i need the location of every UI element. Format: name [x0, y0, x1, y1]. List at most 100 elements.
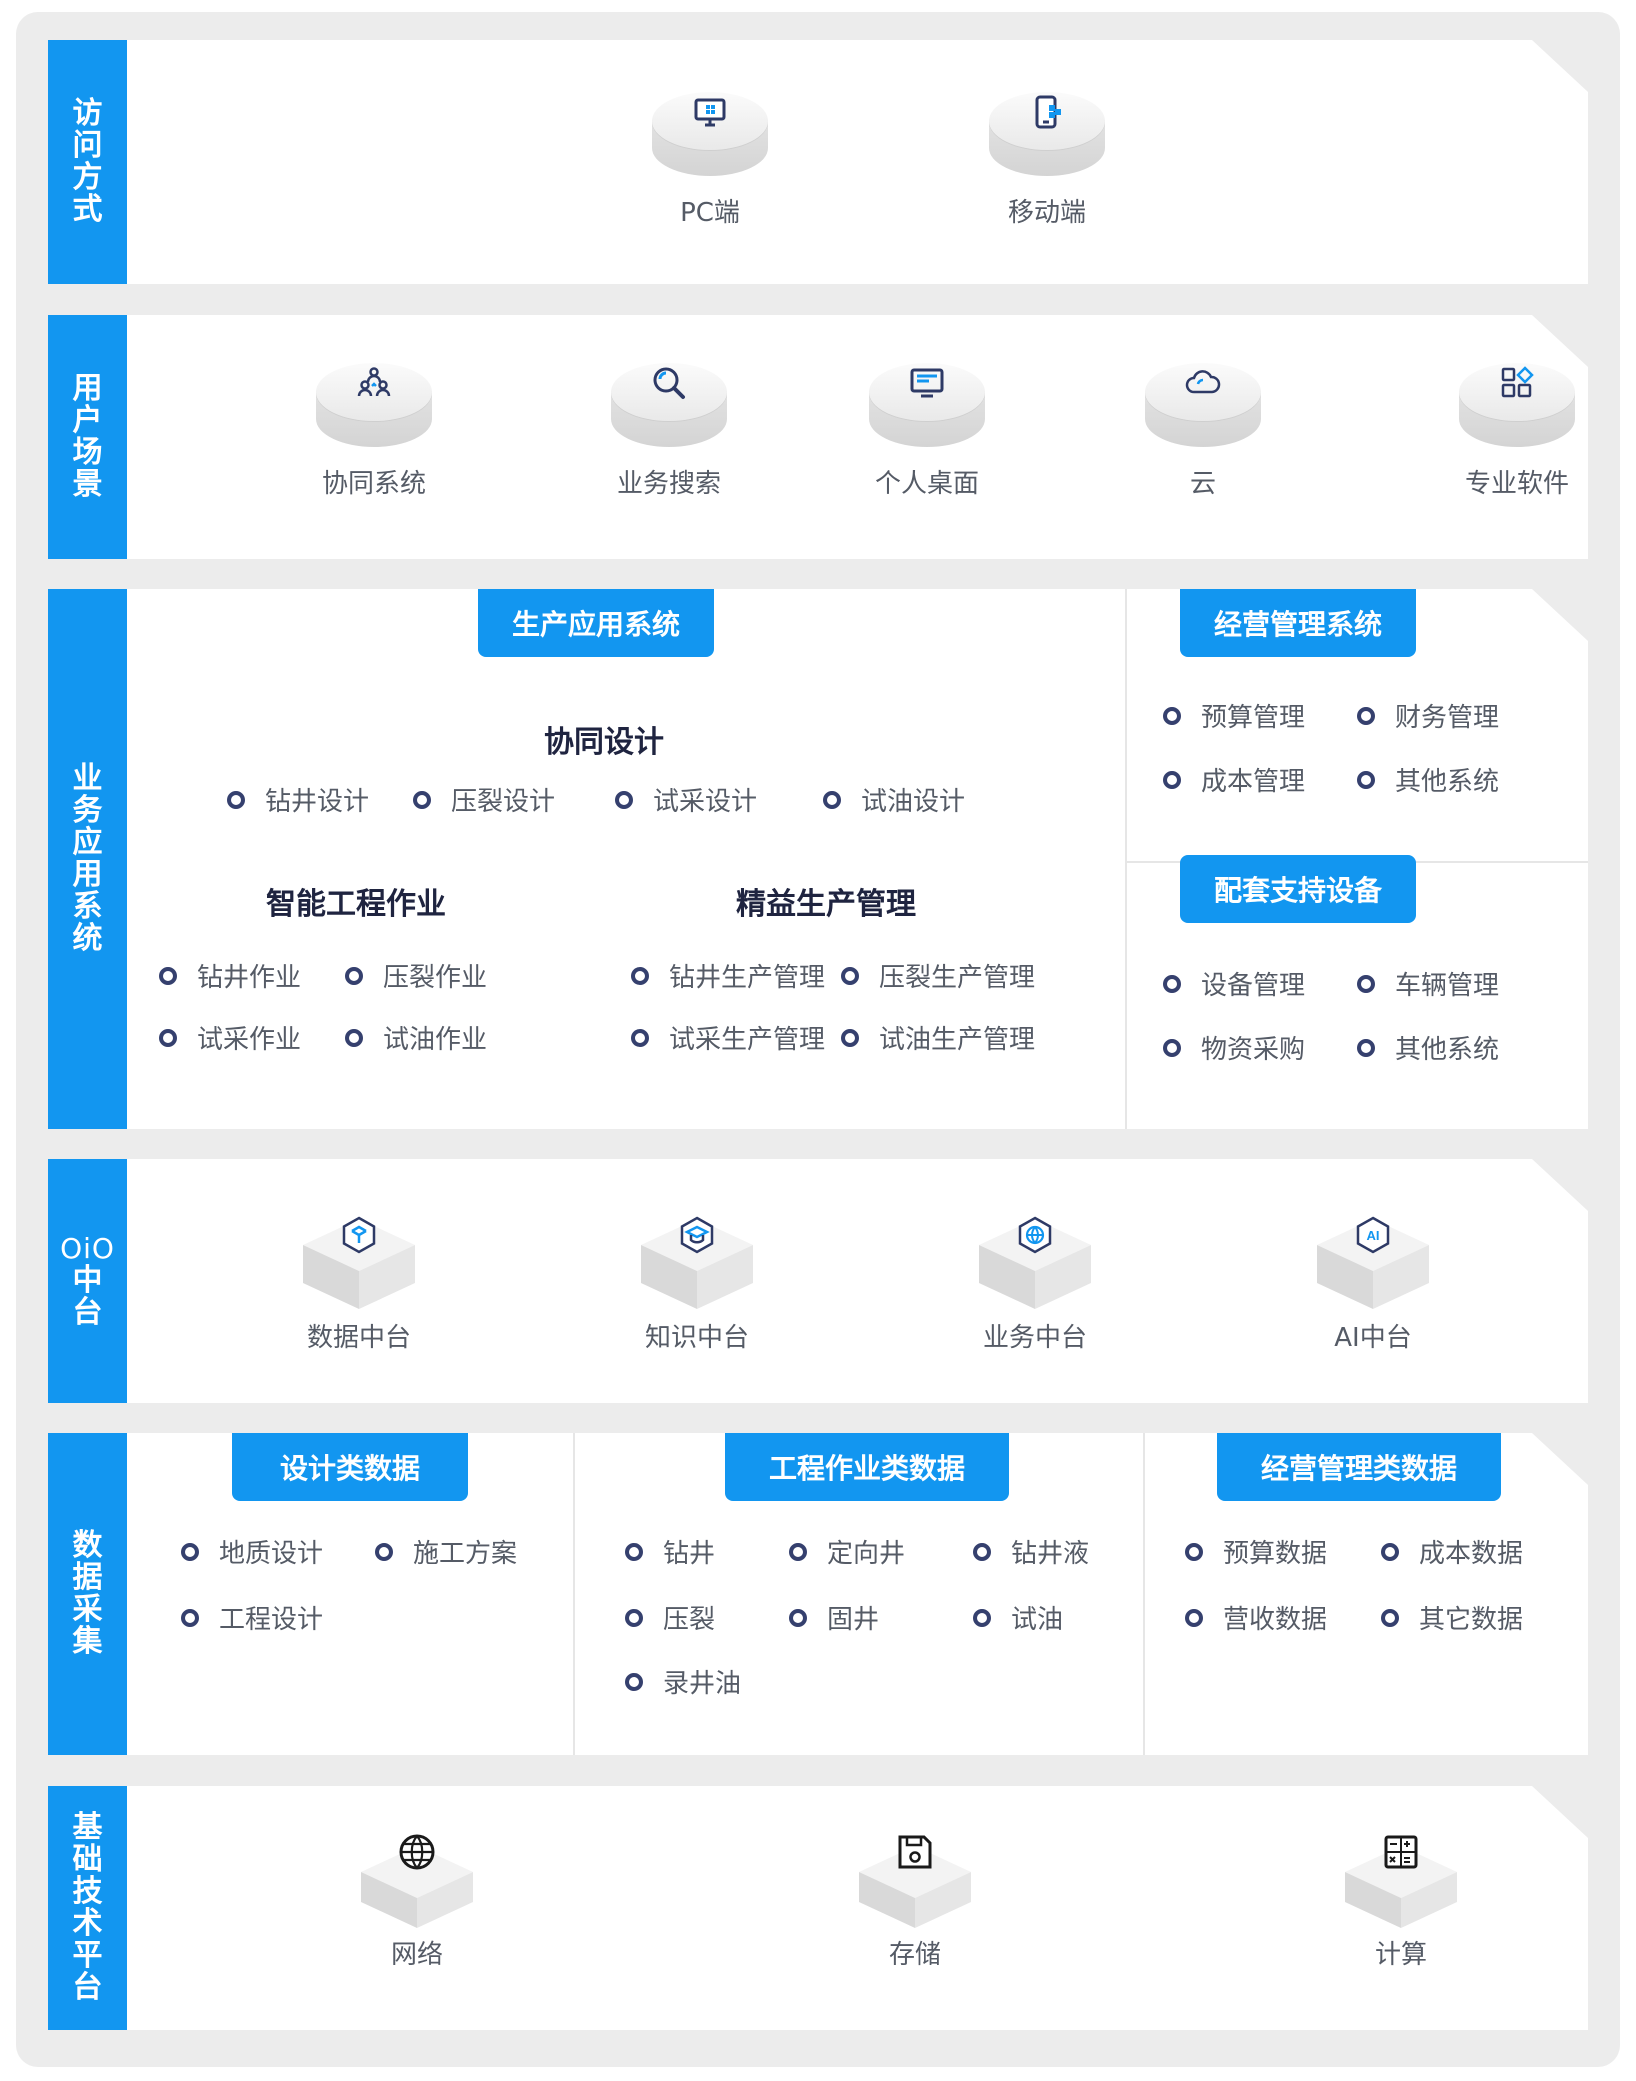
- bullet-item[interactable]: 钻井生产管理: [631, 957, 825, 994]
- bullet-item[interactable]: 压裂: [625, 1599, 715, 1636]
- production-title: 生产应用系统: [478, 589, 714, 657]
- layer-scenario: 用 户 场 景 协同系统 业务搜索 个人桌面 云 专业软件: [48, 315, 1588, 559]
- bullet-item[interactable]: 工程设计: [181, 1599, 323, 1636]
- item-label: 云: [1189, 469, 1216, 499]
- infra-item-storage[interactable]: 存储: [805, 1828, 1025, 1971]
- bullet-item[interactable]: 试采作业: [159, 1019, 301, 1056]
- bullet-item[interactable]: 试油作业: [345, 1019, 487, 1056]
- middle-item-ai[interactable]: AI AI中台: [1263, 1211, 1483, 1354]
- bullet-item[interactable]: 钻井: [625, 1533, 715, 1570]
- bullet-item[interactable]: 其他系统: [1357, 1029, 1499, 1066]
- item-label: 知识中台: [644, 1323, 749, 1353]
- label-char: 务: [72, 793, 103, 828]
- design-data-title: 设计类数据: [232, 1433, 468, 1501]
- bullet-item[interactable]: 试油设计: [823, 781, 965, 818]
- item-label: 计算: [1374, 1940, 1427, 1970]
- middle-item-business[interactable]: 业务中台: [925, 1211, 1145, 1354]
- bullet-item[interactable]: 固井: [789, 1599, 879, 1636]
- bullet-item[interactable]: 财务管理: [1357, 697, 1499, 734]
- scenario-item-collab[interactable]: 协同系统: [264, 361, 484, 500]
- bullet-text: 试油生产管理: [879, 1025, 1036, 1055]
- bullet-item[interactable]: 试采生产管理: [631, 1019, 825, 1056]
- bullet-dot: [345, 967, 363, 985]
- bullet-text: 试采生产管理: [669, 1025, 826, 1055]
- layer-label-scenario: 用 户 场 景: [48, 315, 127, 559]
- cloud-icon: [1185, 365, 1221, 401]
- bullet-item[interactable]: 营收数据: [1185, 1599, 1327, 1636]
- bullet-item[interactable]: 压裂设计: [413, 781, 555, 818]
- bullet-item[interactable]: 施工方案: [375, 1533, 517, 1570]
- bullet-dot: [1357, 1039, 1375, 1057]
- bullet-dot: [181, 1543, 199, 1561]
- disc: [989, 90, 1105, 186]
- apps-icon: [1499, 365, 1535, 401]
- bullet-dot: [1357, 771, 1375, 789]
- bullet-dot: [227, 791, 245, 809]
- bullet-item[interactable]: 录井油: [625, 1663, 741, 1700]
- item-label: 数据中台: [306, 1323, 411, 1353]
- bullet-dot: [345, 1029, 363, 1047]
- bullet-item[interactable]: 定向井: [789, 1533, 905, 1570]
- label-char: 用: [72, 857, 103, 892]
- bullet-item[interactable]: 其它数据: [1381, 1599, 1523, 1636]
- access-item-mobile[interactable]: 移动端: [937, 90, 1157, 229]
- bullet-item[interactable]: 其他系统: [1357, 761, 1499, 798]
- bullet-dot: [1381, 1609, 1399, 1627]
- layer-middle: OiO 中 台 数据中台 知识中台 业务中台 AI AI中台: [48, 1159, 1588, 1403]
- bullet-text: 预算管理: [1201, 703, 1306, 733]
- middle-item-data[interactable]: 数据中台: [249, 1211, 469, 1354]
- disc: [652, 90, 768, 186]
- bullet-text: 其他系统: [1395, 767, 1500, 797]
- bullet-dot: [1163, 771, 1181, 789]
- bullet-text: 压裂: [663, 1605, 716, 1635]
- access-item-pc[interactable]: PC端: [600, 90, 820, 229]
- collab-heading: 协同设计: [544, 725, 664, 760]
- infra-item-compute[interactable]: 计算: [1291, 1828, 1511, 1971]
- bullet-item[interactable]: 物资采购: [1163, 1029, 1305, 1066]
- bullet-item[interactable]: 试采设计: [615, 781, 757, 818]
- bullet-item[interactable]: 钻井液: [973, 1533, 1089, 1570]
- scenario-item-search[interactable]: 业务搜索: [559, 361, 779, 500]
- bullet-text: 钻井: [663, 1539, 716, 1569]
- bullet-text: 压裂设计: [451, 787, 556, 817]
- label-char: 访: [72, 96, 103, 131]
- bullet-item[interactable]: 成本管理: [1163, 761, 1305, 798]
- bullet-text: 固井: [827, 1605, 880, 1635]
- bullet-text: 物资采购: [1201, 1035, 1306, 1065]
- bullet-item[interactable]: 试油: [973, 1599, 1063, 1636]
- bullet-item[interactable]: 设备管理: [1163, 965, 1305, 1002]
- divider: [1125, 589, 1127, 1129]
- bullet-text: 压裂作业: [383, 963, 488, 993]
- engineering-data-title: 工程作业类数据: [725, 1433, 1009, 1501]
- infra-item-network[interactable]: 网络: [307, 1828, 527, 1971]
- label-char: 户: [72, 403, 103, 438]
- bullet-text: 成本管理: [1201, 767, 1306, 797]
- label-char: 据: [72, 1560, 103, 1595]
- bullet-dot: [1185, 1543, 1203, 1561]
- monitor-icon: [692, 94, 728, 130]
- bullet-item[interactable]: 预算管理: [1163, 697, 1305, 734]
- bullet-item[interactable]: 试油生产管理: [841, 1019, 1035, 1056]
- bullet-item[interactable]: 车辆管理: [1357, 965, 1499, 1002]
- bullet-dot: [631, 967, 649, 985]
- cube: [301, 1211, 417, 1311]
- bullet-text: 试油作业: [383, 1025, 488, 1055]
- bullet-dot: [159, 1029, 177, 1047]
- bullet-item[interactable]: 钻井设计: [227, 781, 369, 818]
- scenario-item-desktop[interactable]: 个人桌面: [817, 361, 1037, 500]
- bullet-item[interactable]: 地质设计: [181, 1533, 323, 1570]
- bullet-item[interactable]: 预算数据: [1185, 1533, 1327, 1570]
- scenario-item-cloud[interactable]: 云: [1093, 361, 1313, 500]
- layer-label-infra: 基 础 技 术 平 台: [48, 1786, 127, 2030]
- middle-item-knowledge[interactable]: 知识中台: [587, 1211, 807, 1354]
- management-title: 经营管理系统: [1180, 589, 1416, 657]
- lean-heading: 精益生产管理: [736, 887, 916, 922]
- bullet-dot: [789, 1609, 807, 1627]
- bullet-item[interactable]: 压裂生产管理: [841, 957, 1035, 994]
- bullet-item[interactable]: 成本数据: [1381, 1533, 1523, 1570]
- bullet-item[interactable]: 压裂作业: [345, 957, 487, 994]
- support-title: 配套支持设备: [1180, 855, 1416, 923]
- bullet-dot: [1163, 1039, 1181, 1057]
- bullet-item[interactable]: 钻井作业: [159, 957, 301, 994]
- bullet-dot: [413, 791, 431, 809]
